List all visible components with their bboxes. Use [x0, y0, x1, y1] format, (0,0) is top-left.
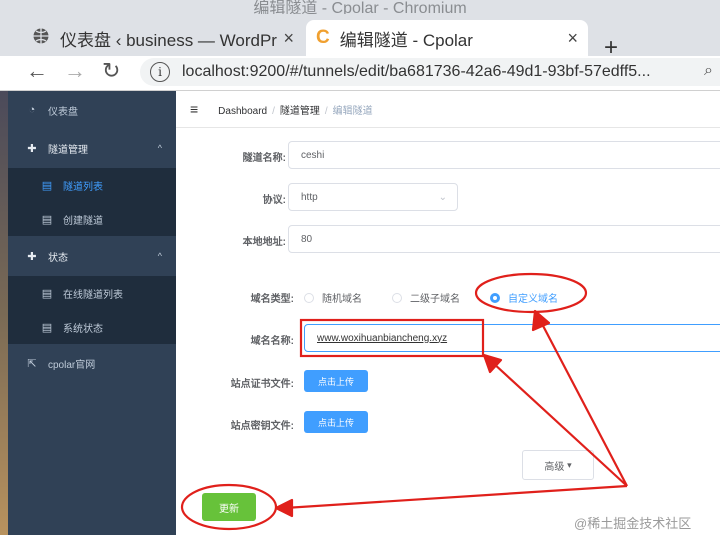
sidebar-item-create-tunnel[interactable]: ▤ 创建隧道: [8, 202, 176, 236]
radio-random-domain[interactable]: 随机域名: [304, 290, 362, 305]
advanced-button[interactable]: 高级 ▾: [522, 450, 594, 480]
plus-circle-icon: ✚: [27, 142, 37, 155]
address-bar: ← → ↻ i localhost:9200/#/tunnels/edit/ba…: [0, 56, 720, 91]
sidebar-item-label: 隧道列表: [63, 181, 103, 193]
sidebar: ◔ 仪表盘 ✚ 隧道管理 ^ ▤ 隧道列表 ▤ 创建隧道 ✚ 状态 ^ ▤ 在线…: [8, 91, 176, 535]
sidebar-item-cpolar-site[interactable]: ⇱ cpolar官网: [8, 346, 176, 380]
url-text: localhost:9200/#/tunnels/edit/ba681736-4…: [182, 63, 651, 80]
list-icon: ▤: [41, 287, 53, 300]
forward-button[interactable]: →: [64, 58, 86, 84]
sidebar-item-label: 状态: [48, 252, 68, 264]
radio-subdomain[interactable]: 二级子域名: [392, 290, 460, 305]
local-address-value: 80: [301, 233, 313, 245]
breadcrumb-current: 编辑隧道: [332, 105, 373, 117]
info-icon[interactable]: i: [150, 62, 170, 82]
desktop-edge: [0, 91, 8, 535]
window-titlebar: 编辑隧道 - Cpolar - Chromium: [0, 0, 720, 14]
list-icon: ▤: [41, 213, 53, 226]
chevron-up-icon: ^: [157, 143, 162, 153]
sidebar-item-label: 系统状态: [63, 323, 103, 335]
chevron-up-icon: ^: [157, 251, 162, 261]
update-button[interactable]: 更新: [202, 493, 256, 521]
sidebar-item-label: 隧道管理: [48, 144, 88, 156]
tunnel-name-label: 隧道名称:: [242, 153, 286, 164]
local-address-label: 本地地址:: [242, 237, 286, 248]
cert-file-label: 站点证书文件:: [230, 379, 294, 390]
domain-name-input[interactable]: www.woxihuanbiancheng.xyz: [304, 324, 720, 352]
sidebar-item-system-status[interactable]: ▤ 系统状态: [8, 310, 176, 344]
list-icon: ▤: [41, 321, 53, 334]
tunnel-name-value: ceshi: [301, 149, 325, 161]
protocol-select[interactable]: http ⌄: [288, 183, 458, 211]
menu-icon[interactable]: ≡: [190, 101, 198, 117]
sidebar-item-tunnel-list[interactable]: ▤ 隧道列表: [8, 168, 176, 202]
dashboard-icon: ◔: [28, 104, 36, 116]
zoom-icon[interactable]: ⌕: [704, 62, 713, 80]
radio-circle: [304, 292, 314, 303]
tab-title: 编辑隧道 - Cpolar: [339, 30, 473, 50]
tunnel-name-input[interactable]: ceshi: [288, 141, 720, 169]
sidebar-item-label: cpolar官网: [48, 359, 96, 371]
back-button[interactable]: ←: [26, 58, 48, 84]
breadcrumb: Dashboard / 隧道管理 / 编辑隧道: [218, 102, 372, 117]
tab-wordpress[interactable]: 仪表盘 ‹ business — WordPress ×: [22, 20, 304, 56]
external-link-icon: ⇱: [27, 357, 37, 370]
cert-upload-button[interactable]: 点击上传: [304, 370, 368, 392]
key-file-label: 站点密钥文件:: [230, 421, 294, 432]
breadcrumb-sep: /: [324, 105, 328, 117]
radio-circle: [490, 292, 500, 303]
protocol-value: http: [301, 191, 318, 203]
radio-label: 二级子域名: [410, 294, 460, 305]
breadcrumb-dashboard[interactable]: Dashboard: [218, 106, 267, 117]
page-header: ≡ Dashboard / 隧道管理 / 编辑隧道: [176, 91, 720, 128]
radio-custom-domain[interactable]: 自定义域名: [490, 290, 558, 305]
sidebar-item-online-tunnels[interactable]: ▤ 在线隧道列表: [8, 276, 176, 310]
close-icon[interactable]: ×: [567, 28, 578, 49]
tab-title: 仪表盘 ‹ business — WordPress: [60, 30, 277, 50]
domain-type-label: 域名类型:: [250, 294, 294, 305]
reload-button[interactable]: ↻: [102, 58, 120, 84]
breadcrumb-sep: /: [272, 105, 275, 117]
plus-circle-icon: ✚: [27, 250, 37, 263]
sidebar-item-status[interactable]: ✚ 状态 ^: [8, 239, 176, 273]
window-title: 编辑隧道 - Cpolar - Chromium: [253, 0, 467, 14]
url-input[interactable]: i localhost:9200/#/tunnels/edit/ba681736…: [140, 58, 720, 86]
breadcrumb-tunnel-management[interactable]: 隧道管理: [280, 106, 320, 117]
cpolar-c-icon: C: [316, 27, 330, 48]
radio-label: 随机域名: [322, 294, 362, 305]
globe-icon: [32, 27, 50, 50]
list-icon: ▤: [41, 179, 53, 192]
tab-strip: 仪表盘 ‹ business — WordPress × C 编辑隧道 - Cp…: [0, 14, 720, 61]
sidebar-item-label: 创建隧道: [63, 215, 103, 227]
protocol-label: 协议:: [262, 195, 286, 206]
caret-down-icon: ▾: [567, 459, 572, 470]
key-upload-button[interactable]: 点击上传: [304, 411, 368, 433]
advanced-label: 高级: [544, 461, 565, 473]
sidebar-item-label: 仪表盘: [48, 106, 78, 118]
domain-name-value: www.woxihuanbiancheng.xyz: [317, 332, 448, 344]
close-icon[interactable]: ×: [283, 28, 294, 49]
sidebar-item-dashboard[interactable]: ◔ 仪表盘: [8, 93, 176, 127]
sidebar-item-tunnel-management[interactable]: ✚ 隧道管理 ^: [8, 131, 176, 165]
chevron-down-icon: ⌄: [438, 191, 447, 203]
local-address-input[interactable]: 80: [288, 225, 720, 253]
radio-label: 自定义域名: [508, 294, 558, 305]
watermark: @稀土掘金技术社区: [574, 516, 692, 531]
domain-name-label: 域名名称:: [250, 336, 294, 347]
radio-circle: [392, 292, 402, 303]
sidebar-item-label: 在线隧道列表: [63, 289, 123, 301]
main-content: ≡ Dashboard / 隧道管理 / 编辑隧道 隧道名称: ceshi 协议: ht…: [176, 91, 720, 535]
tab-cpolar[interactable]: C 编辑隧道 - Cpolar ×: [306, 20, 588, 56]
